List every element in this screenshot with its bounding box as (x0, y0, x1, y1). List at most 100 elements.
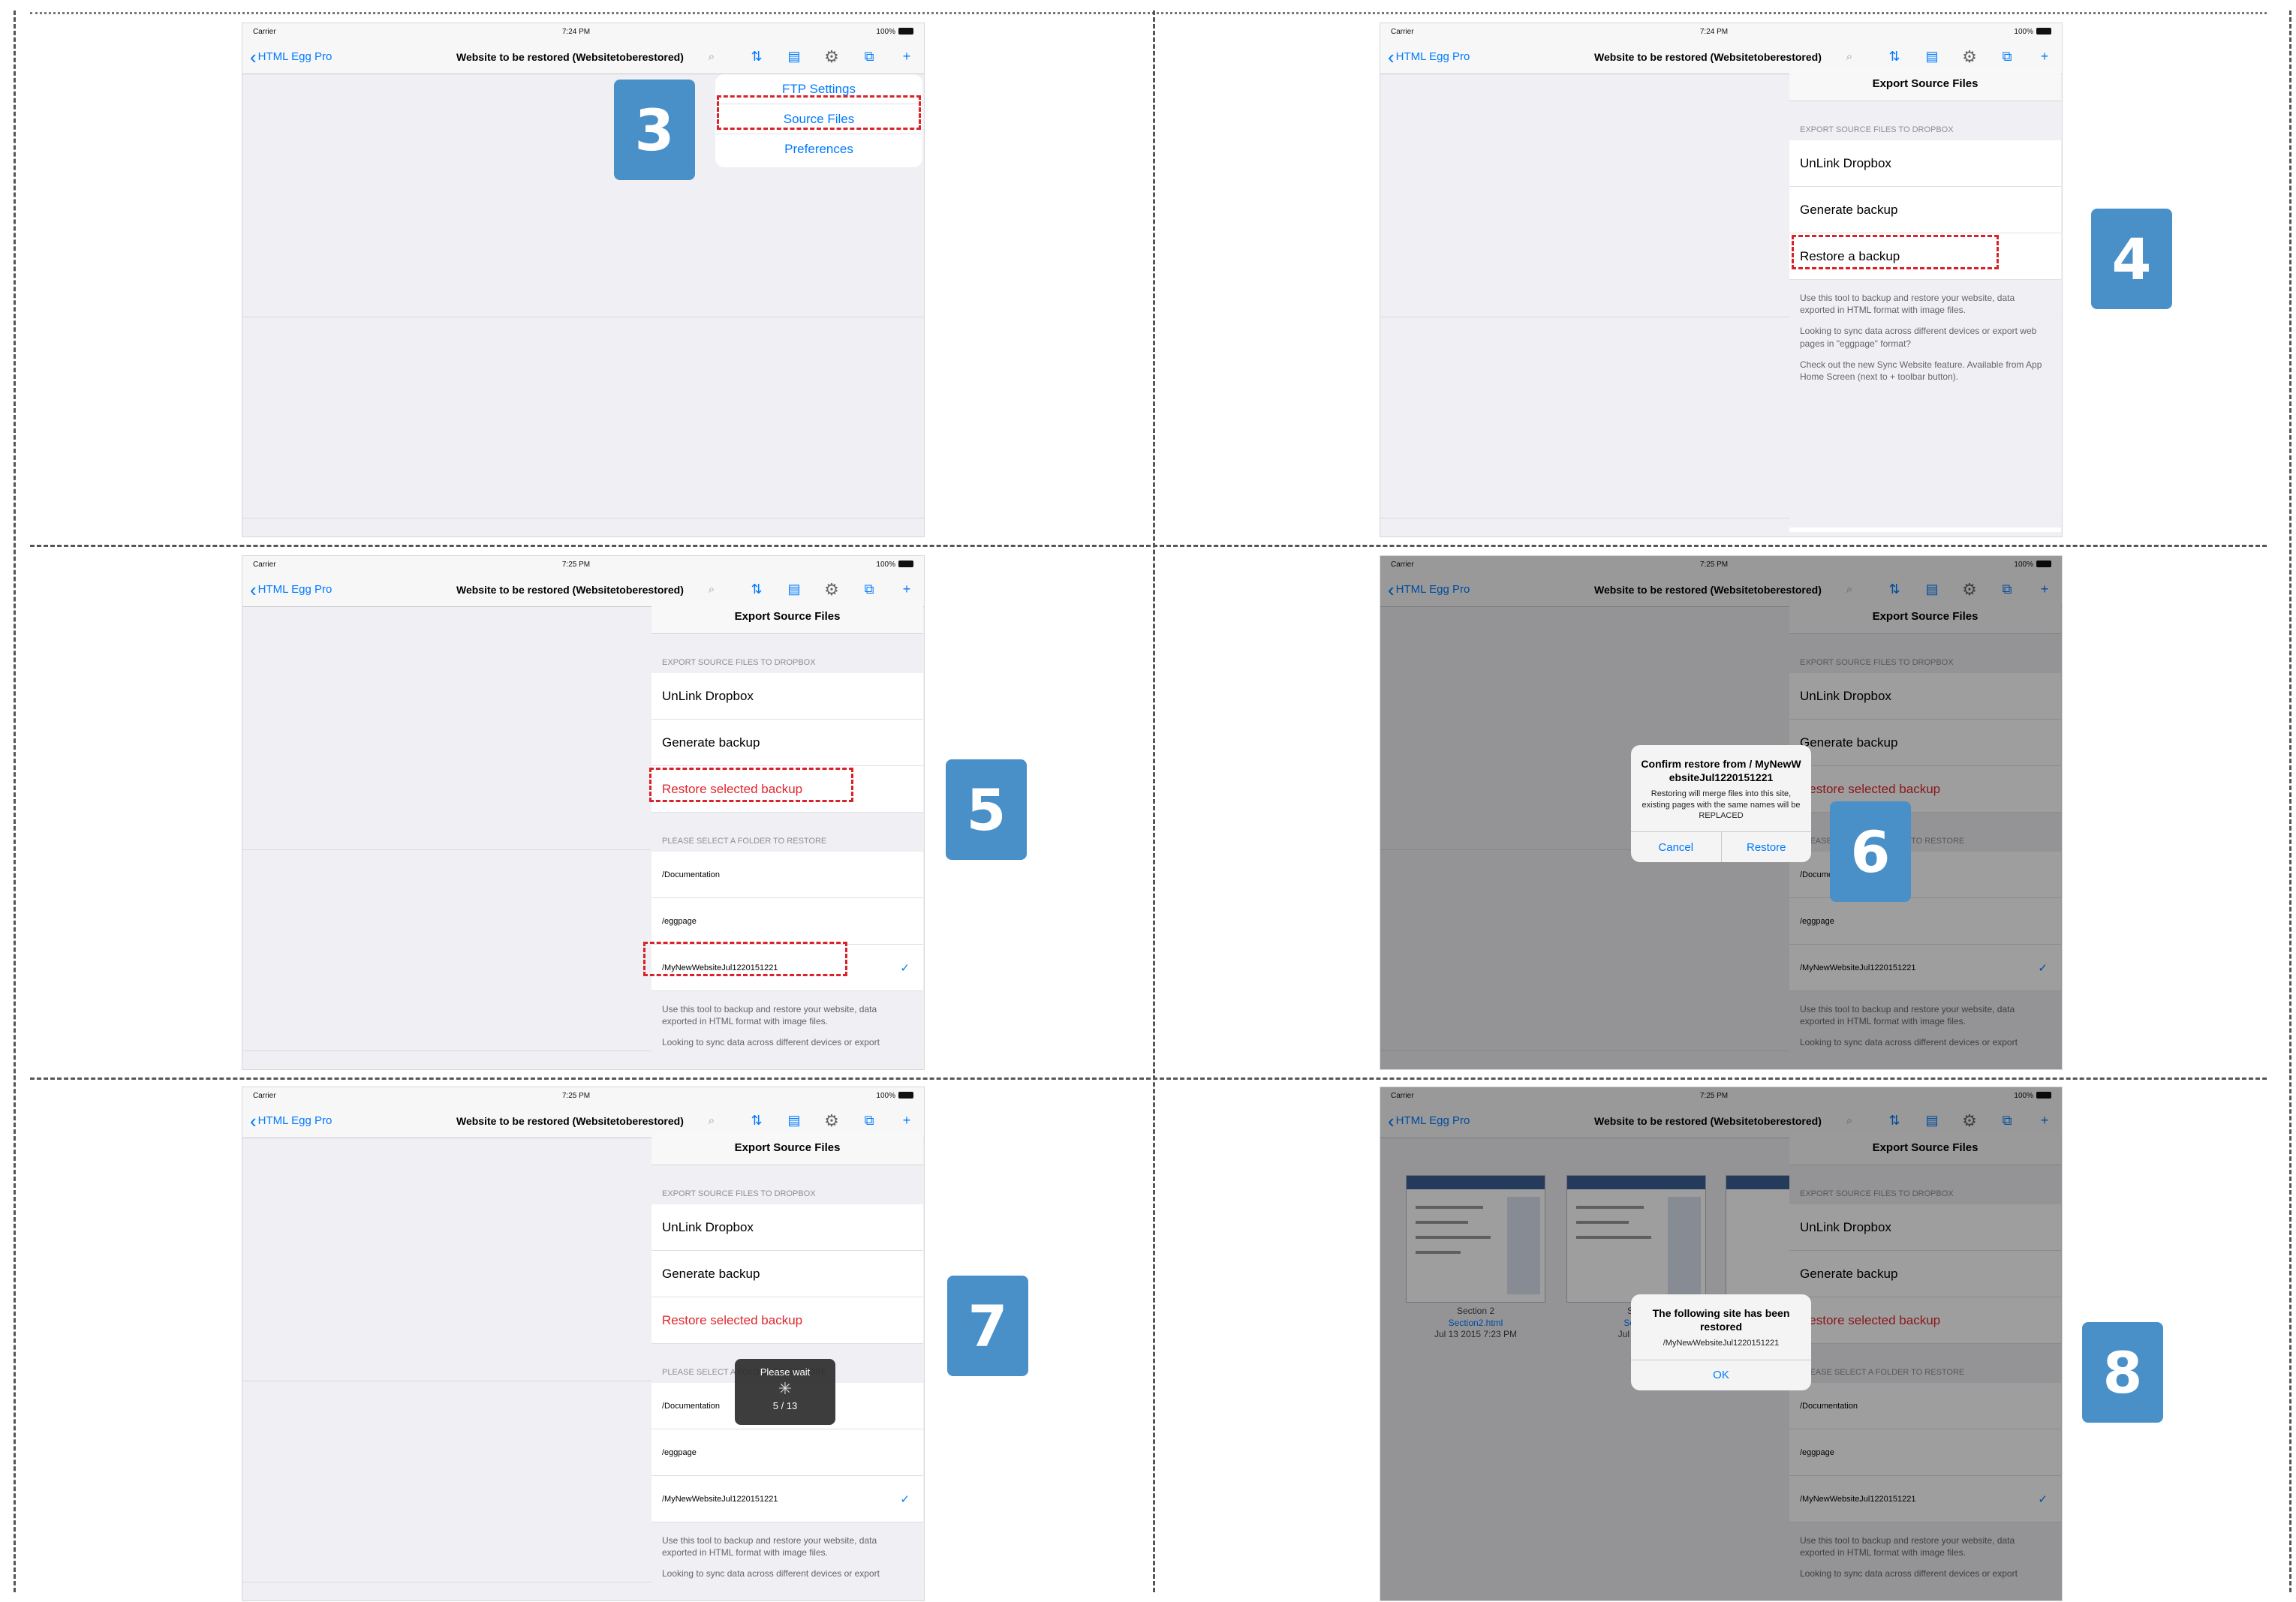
highlight-restore-selected (649, 768, 853, 802)
ok-button[interactable]: OK (1631, 1360, 1811, 1390)
help-paragraph: Check out the new Sync Website feature. … (1800, 359, 2042, 382)
sync-icon[interactable]: ⇅ (748, 49, 765, 65)
generate-backup-cell[interactable]: Generate backup (651, 720, 923, 766)
restore-complete-alert: The following site has been restored /My… (1631, 1294, 1811, 1390)
clock: 7:24 PM (561, 27, 591, 36)
step-badge-3: 3 (614, 80, 695, 180)
page-title: Website to be restored (Websitetoberesto… (1594, 50, 1822, 63)
menu-item-preferences[interactable]: Preferences (715, 134, 922, 164)
battery-icon (2036, 28, 2051, 35)
battery-indicator: 100% (876, 1092, 913, 1100)
battery-icon (898, 1092, 913, 1099)
plus-icon[interactable]: + (898, 49, 915, 65)
search-icon[interactable]: ⌕ (1841, 50, 1858, 63)
help-text: Use this tool to backup and restore your… (651, 1522, 923, 1600)
sync-icon[interactable]: ⇅ (748, 1113, 765, 1129)
row-divider-1 (30, 545, 2267, 547)
search-icon[interactable]: ⌕ (703, 583, 720, 596)
restore-selected-backup-cell[interactable]: Restore selected backup (651, 1297, 923, 1344)
help-paragraph: Looking to sync data across different de… (1800, 326, 2037, 349)
folder-row[interactable]: /Documentation (651, 852, 923, 898)
toolbar: ⌕ ⇅ ▤ ⚙ ⧉ + (703, 1111, 915, 1131)
carrier-label: Carrier (253, 27, 276, 36)
page-icon[interactable]: ▤ (786, 1113, 802, 1129)
chevron-left-icon: ‹ (250, 45, 257, 68)
alert-message: /MyNewWebsiteJul1220151221 (1663, 1339, 1780, 1348)
help-paragraph: Use this tool to backup and restore your… (1800, 293, 2015, 316)
step-badge-5: 5 (946, 759, 1027, 860)
battery-indicator: 100% (2014, 28, 2051, 36)
back-button[interactable]: ‹ HTML Egg Pro (250, 1109, 332, 1132)
help-text: Use this tool to backup and restore your… (651, 991, 923, 1069)
screen-step-6: Carrier 7:25 PM 100% ‹ HTML Egg Pro Websi… (1380, 555, 2063, 1070)
battery-indicator: 100% (876, 28, 913, 36)
top-dotted-rule (30, 12, 2267, 14)
plus-icon[interactable]: + (898, 582, 915, 597)
export-icon[interactable]: ⧉ (861, 49, 877, 65)
toolbar: ⌕ ⇅ ▤ ⚙ ⧉ + (1841, 47, 2053, 67)
panel-title: Export Source Files (651, 600, 923, 634)
page-icon[interactable]: ▤ (786, 582, 802, 597)
alert-buttons: Cancel Restore (1631, 831, 1812, 863)
screen-step-4: Carrier 7:24 PM 100% ‹ HTML Egg Pro Websi… (1380, 23, 2063, 537)
battery-icon (898, 28, 913, 35)
gear-icon[interactable]: ⚙ (823, 1111, 840, 1131)
tutorial-page: Carrier 7:24 PM 100% ‹ HTML Egg Pro Websi… (0, 0, 2296, 1602)
carrier-label: Carrier (1391, 27, 1414, 36)
status-bar: Carrier 7:24 PM 100% (1380, 23, 2062, 40)
section-header-dropbox: EXPORT SOURCE FILES TO DROPBOX (651, 634, 923, 673)
generate-backup-cell[interactable]: Generate backup (651, 1251, 923, 1297)
back-button[interactable]: ‹ HTML Egg Pro (250, 45, 332, 68)
row-divider-2 (30, 1078, 2267, 1080)
back-button[interactable]: ‹ HTML Egg Pro (1388, 45, 1470, 68)
checkmark-icon: ✓ (900, 1492, 910, 1506)
folder-row[interactable]: /eggpage (651, 898, 923, 945)
sync-icon[interactable]: ⇅ (1886, 49, 1903, 65)
unlink-dropbox-cell[interactable]: UnLink Dropbox (1789, 140, 2061, 187)
export-source-files-panel: Export Source Files EXPORT SOURCE FILES … (651, 600, 923, 1069)
export-source-files-panel: Export Source Files EXPORT SOURCE FILES … (1789, 67, 2061, 532)
confirm-restore-alert: Confirm restore from / MyNewWebsiteJul12… (1631, 745, 1812, 863)
step-badge-6: 6 (1830, 801, 1911, 902)
sync-icon[interactable]: ⇅ (748, 582, 765, 597)
plus-icon[interactable]: + (2036, 49, 2053, 65)
step-badge-7: 7 (947, 1276, 1028, 1376)
folder-row-selected[interactable]: /MyNewWebsiteJul1220151221 ✓ (651, 1476, 923, 1522)
page-icon[interactable]: ▤ (1924, 49, 1940, 65)
generate-backup-cell[interactable]: Generate backup (1789, 187, 2061, 233)
wait-label: Please wait (760, 1366, 811, 1378)
battery-indicator: 100% (876, 561, 913, 569)
search-icon[interactable]: ⌕ (703, 50, 720, 63)
spinner-icon: ✳ (778, 1379, 793, 1398)
gear-icon[interactable]: ⚙ (823, 580, 840, 600)
unlink-dropbox-cell[interactable]: UnLink Dropbox (651, 1204, 923, 1251)
status-bar: Carrier 7:25 PM 100% (242, 1087, 924, 1104)
screen-step-3: Carrier 7:24 PM 100% ‹ HTML Egg Pro Websi… (242, 23, 925, 537)
gear-icon[interactable]: ⚙ (823, 47, 840, 67)
help-paragraph: Use this tool to backup and restore your… (662, 1004, 877, 1027)
export-icon[interactable]: ⧉ (1999, 49, 2015, 65)
cancel-button[interactable]: Cancel (1631, 832, 1721, 862)
wait-progress: 5 / 13 (772, 1400, 798, 1411)
nav-bar: ‹ HTML Egg Pro Website to be restored (We… (242, 40, 924, 74)
back-button[interactable]: ‹ HTML Egg Pro (250, 580, 332, 600)
restore-button[interactable]: Restore (1720, 832, 1812, 863)
folder-row[interactable]: /eggpage (651, 1429, 923, 1476)
clock: 7:25 PM (561, 1091, 591, 1100)
gear-icon[interactable]: ⚙ (1961, 47, 1978, 67)
unlink-dropbox-cell[interactable]: UnLink Dropbox (651, 673, 923, 720)
please-wait-hud: Please wait ✳ 5 / 13 (735, 1359, 835, 1425)
plus-icon[interactable]: + (898, 1113, 915, 1129)
export-icon[interactable]: ⧉ (861, 582, 877, 597)
page-icon[interactable]: ▤ (786, 49, 802, 65)
alert-buttons: OK (1631, 1359, 1811, 1390)
checkmark-icon: ✓ (900, 961, 910, 975)
panel-title: Export Source Files (1789, 67, 2061, 101)
export-icon[interactable]: ⧉ (861, 1113, 877, 1129)
chevron-left-icon: ‹ (1388, 45, 1395, 68)
search-icon[interactable]: ⌕ (703, 1114, 720, 1127)
step-badge-8: 8 (2082, 1322, 2163, 1423)
chevron-left-icon: ‹ (250, 1109, 257, 1132)
toolbar: ⌕ ⇅ ▤ ⚙ ⧉ + (703, 47, 915, 67)
clock: 7:24 PM (1699, 27, 1729, 36)
